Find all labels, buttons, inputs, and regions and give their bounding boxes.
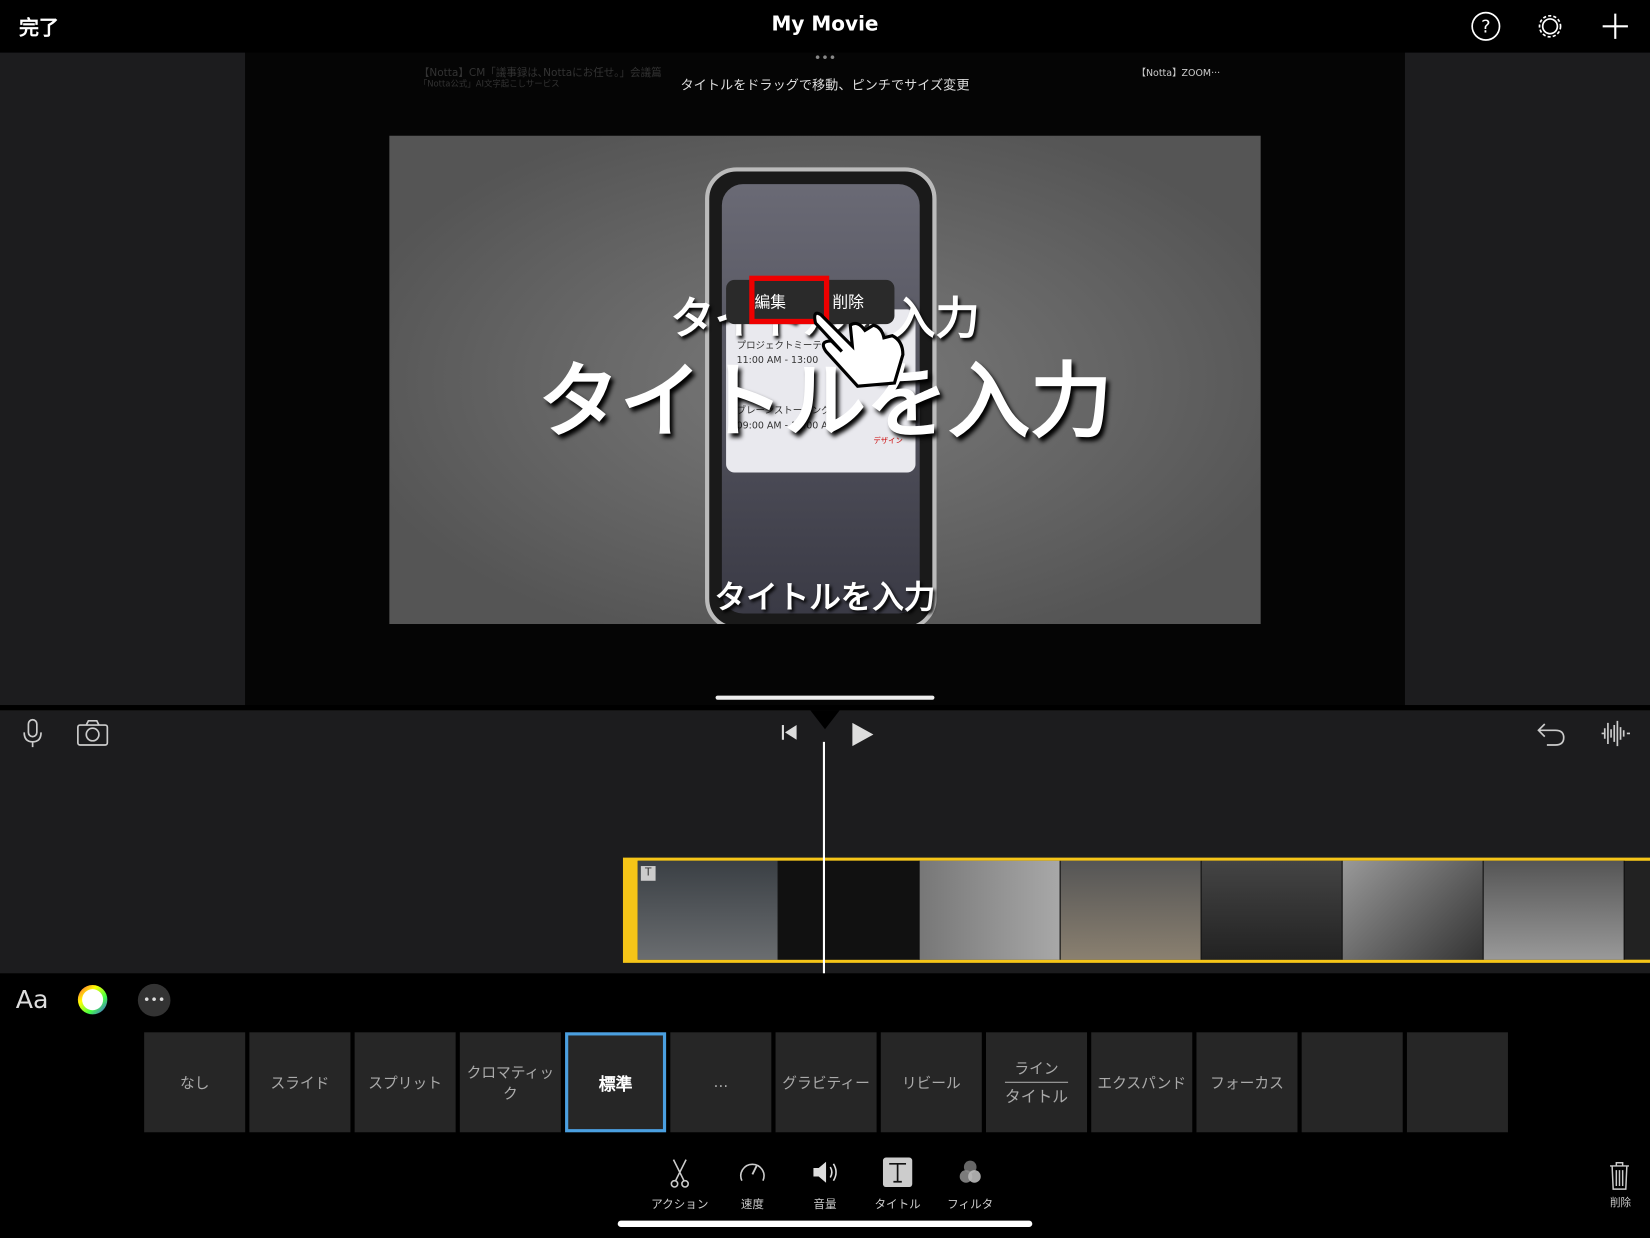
title-overlay-bottom[interactable]: タイトルを入力 <box>389 571 1260 617</box>
waveform-icon[interactable] <box>1599 720 1631 747</box>
clip-thumbnail <box>637 860 779 960</box>
filter-icon <box>959 1160 981 1183</box>
title-style-label: エクスパンド <box>1097 1074 1187 1092</box>
speed-icon <box>740 1163 765 1182</box>
title-style-label: フォーカス <box>1210 1074 1284 1092</box>
title-style-3[interactable]: スプリット <box>354 1032 456 1133</box>
title-style-label: クロマティック <box>466 1064 555 1103</box>
skip-back-icon[interactable] <box>779 722 800 743</box>
title-style-label: リビール <box>901 1074 961 1092</box>
volume-icon <box>813 1161 837 1183</box>
title-style-4[interactable]: クロマティック <box>459 1032 561 1133</box>
scissors-icon <box>670 1159 689 1188</box>
play-icon[interactable] <box>848 721 875 748</box>
title-style-8[interactable]: リビール <box>880 1032 982 1133</box>
title-style-label: … <box>713 1073 729 1091</box>
color-wheel-icon[interactable] <box>76 983 110 1017</box>
video-frame[interactable]: プロジェクトミーティ… 11:00 AM - 13:00 ブレーンストーミング … <box>389 135 1261 625</box>
title-style-label: スプリット <box>368 1074 442 1092</box>
preview-side-right <box>1404 52 1650 706</box>
title-style-label: ライン <box>1014 1060 1059 1078</box>
title-style-9[interactable]: ライン タイトル <box>986 1032 1088 1133</box>
trash-icon[interactable] <box>1607 1160 1632 1192</box>
toolbar-speed-button[interactable]: 速度 <box>716 1158 790 1213</box>
title-style-2[interactable]: スライド <box>249 1032 351 1133</box>
title-style-label: 標準 <box>598 1073 633 1094</box>
toolbar-filter-button[interactable]: フィルタ <box>933 1158 1007 1213</box>
settings-icon[interactable] <box>1534 11 1566 43</box>
clip-thumbnail <box>919 860 1061 960</box>
title-style-6[interactable]: … <box>670 1032 772 1133</box>
title-style-7[interactable]: グラビティー <box>775 1032 877 1133</box>
title-style-11[interactable]: フォーカス <box>1196 1032 1298 1133</box>
hand-pointer-icon <box>813 311 905 388</box>
clip-thumbnail <box>1060 860 1202 960</box>
title-style-13[interactable] <box>1406 1032 1508 1133</box>
title-style-1[interactable]: なし <box>144 1032 246 1133</box>
viewer-resize-handle[interactable] <box>715 695 935 700</box>
project-title: My Movie <box>771 12 879 36</box>
title-badge-icon: T <box>640 866 656 881</box>
toolbar-scissors-button[interactable]: アクション <box>643 1158 717 1213</box>
microphone-icon[interactable] <box>21 718 44 750</box>
title-style-5[interactable]: 標準 <box>565 1032 667 1133</box>
toolbar-label: 音量 <box>813 1197 837 1212</box>
clip-thumbnail <box>1483 860 1625 960</box>
playhead[interactable] <box>822 741 826 974</box>
more-dots: ••• <box>813 50 837 66</box>
clip-thumbnail <box>1201 860 1343 960</box>
toolbar-label: タイトル <box>874 1197 921 1212</box>
video-clip[interactable]: T <box>622 857 1650 963</box>
font-button[interactable]: Aa <box>16 985 49 1014</box>
toolbar-label: フィルタ <box>947 1197 994 1212</box>
add-icon[interactable] <box>1599 11 1631 43</box>
camera-icon[interactable] <box>76 719 110 747</box>
preview-side-left <box>0 52 246 706</box>
svg-text:?: ? <box>1481 17 1491 38</box>
title-icon <box>882 1157 913 1187</box>
delete-label[interactable]: 削除 <box>1599 1193 1641 1210</box>
title-style-label: グラビティー <box>782 1074 870 1092</box>
home-indicator <box>617 1220 1033 1227</box>
title-style-label: なし <box>179 1074 210 1092</box>
title-style-12[interactable] <box>1301 1032 1403 1133</box>
title-style-label: タイトル <box>1004 1081 1069 1107</box>
clip-thumbnail <box>778 860 920 960</box>
title-hint: タイトルをドラッグで移動、ピンチでサイズ変更 <box>680 76 970 93</box>
more-icon[interactable]: ••• <box>137 983 171 1017</box>
help-icon[interactable]: ? <box>1470 11 1502 43</box>
toolbar-volume-button[interactable]: 音量 <box>788 1158 862 1213</box>
clip-thumbnail <box>1342 860 1484 960</box>
toolbar-title-button[interactable]: タイトル <box>861 1157 935 1213</box>
title-style-10[interactable]: エクスパンド <box>1091 1032 1193 1133</box>
toolbar-label: アクション <box>651 1197 709 1212</box>
toolbar-label: 速度 <box>740 1197 764 1212</box>
playhead-marker <box>810 710 840 730</box>
undo-icon[interactable] <box>1536 720 1565 747</box>
title-style-label: スライド <box>270 1074 330 1092</box>
